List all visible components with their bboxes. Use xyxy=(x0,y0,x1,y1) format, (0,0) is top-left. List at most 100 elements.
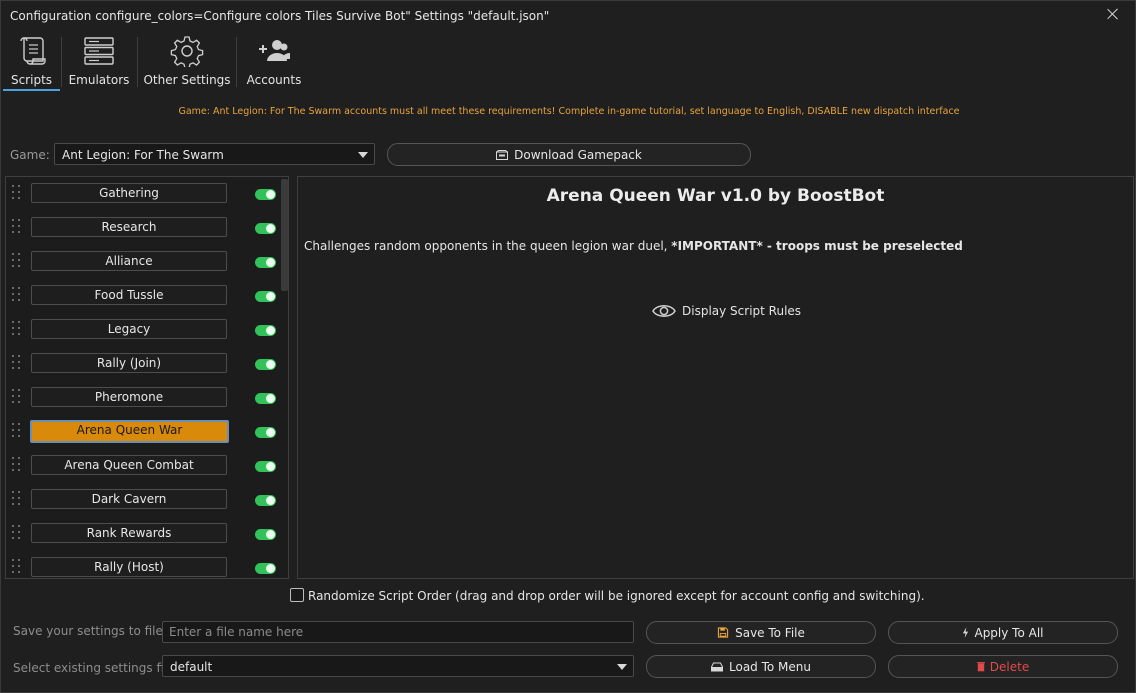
settings-file-select-value: default xyxy=(170,660,213,674)
script-row: Rank Rewards xyxy=(6,517,278,551)
load-to-menu-button[interactable]: Load To Menu xyxy=(646,655,876,678)
tab-divider xyxy=(236,37,237,87)
apply-to-all-button[interactable]: Apply To All xyxy=(888,621,1118,644)
script-enabled-toggle[interactable] xyxy=(255,529,276,540)
drag-handle-icon[interactable] xyxy=(12,253,22,269)
script-row: Pheromone xyxy=(6,381,278,415)
scrollbar-thumb[interactable] xyxy=(281,179,288,291)
randomize-checkbox[interactable] xyxy=(290,588,304,602)
script-button[interactable]: Rally (Host) xyxy=(31,557,227,577)
script-title: Arena Queen War v1.0 by BoostBot xyxy=(546,186,885,206)
tab-other-settings[interactable]: Other Settings xyxy=(141,31,233,91)
tab-other-settings-label: Other Settings xyxy=(143,73,231,87)
script-enabled-toggle[interactable] xyxy=(255,461,276,472)
script-enabled-toggle[interactable] xyxy=(255,257,276,268)
drag-handle-icon[interactable] xyxy=(12,219,22,235)
eye-icon xyxy=(652,305,676,317)
close-icon[interactable] xyxy=(1105,7,1121,23)
tab-scripts[interactable]: Scripts xyxy=(3,31,60,91)
title-bar: Configuration configure_colors=Configure… xyxy=(1,1,1135,31)
script-button[interactable]: Gathering xyxy=(31,183,227,203)
script-button[interactable]: Legacy xyxy=(31,319,227,339)
script-enabled-toggle[interactable] xyxy=(255,325,276,336)
chevron-down-icon xyxy=(358,152,368,158)
game-select-value: Ant Legion: For The Swarm xyxy=(62,148,224,162)
script-row: Arena Queen War xyxy=(6,415,278,449)
script-description-important: *IMPORTANT* - troops must be preselected xyxy=(671,239,963,253)
drag-handle-icon[interactable] xyxy=(12,321,22,337)
script-enabled-toggle[interactable] xyxy=(255,291,276,302)
script-button[interactable]: Food Tussle xyxy=(31,285,227,305)
script-enabled-toggle[interactable] xyxy=(255,495,276,506)
script-row: Alliance xyxy=(6,245,278,279)
script-button[interactable]: Arena Queen War xyxy=(30,420,229,443)
drag-handle-icon[interactable] xyxy=(12,491,22,507)
script-button[interactable]: Rally (Join) xyxy=(31,353,227,373)
save-settings-label: Save your settings to file xyxy=(13,624,163,638)
chevron-down-icon xyxy=(617,664,627,670)
script-list: Gathering Research Alliance Food Tussle Lega… xyxy=(5,176,289,579)
drag-handle-icon[interactable] xyxy=(12,457,22,473)
script-enabled-toggle[interactable] xyxy=(255,189,276,200)
drag-handle-icon[interactable] xyxy=(12,389,22,405)
script-description-text: Challenges random opponents in the queen… xyxy=(304,239,672,253)
select-settings-label: Select existing settings file xyxy=(13,661,175,675)
drag-handle-icon[interactable] xyxy=(12,559,22,575)
download-gamepack-label: Download Gamepack xyxy=(514,148,642,162)
delete-button[interactable]: Delete xyxy=(888,655,1118,678)
tray-icon xyxy=(711,662,723,672)
script-button[interactable]: Alliance xyxy=(31,251,227,271)
users-add-icon xyxy=(259,40,290,61)
script-row: Gathering xyxy=(6,177,278,211)
script-enabled-toggle[interactable] xyxy=(255,393,276,404)
settings-file-select[interactable]: default xyxy=(162,655,634,677)
script-row: Rally (Join) xyxy=(6,347,278,381)
script-description: Challenges random opponents in the queen… xyxy=(304,239,963,253)
box-icon xyxy=(496,150,509,160)
script-enabled-toggle[interactable] xyxy=(255,359,276,370)
script-row: Food Tussle xyxy=(6,279,278,313)
window-title: Configuration configure_colors=Configure… xyxy=(10,9,550,23)
display-script-rules-label: Display Script Rules xyxy=(682,304,802,318)
tab-accounts-label: Accounts xyxy=(246,73,302,87)
settings-window: Configuration configure_colors=Configure… xyxy=(0,0,1136,693)
script-button[interactable]: Research xyxy=(31,217,227,237)
tab-bar: Scripts Emulators Other Settings Account… xyxy=(1,31,321,91)
drag-handle-icon[interactable] xyxy=(12,287,22,303)
apply-to-all-label: Apply To All xyxy=(974,626,1044,640)
delete-label: Delete xyxy=(989,660,1030,674)
tab-scripts-label: Scripts xyxy=(10,73,53,87)
script-enabled-toggle[interactable] xyxy=(255,223,276,234)
server-icon xyxy=(84,37,114,65)
script-enabled-toggle[interactable] xyxy=(255,427,276,438)
load-to-menu-label: Load To Menu xyxy=(729,660,811,674)
tab-emulators-label: Emulators xyxy=(68,73,130,87)
gear-icon xyxy=(170,36,204,67)
script-enabled-toggle[interactable] xyxy=(255,563,276,574)
script-button[interactable]: Dark Cavern xyxy=(31,489,227,509)
tab-accounts[interactable]: Accounts xyxy=(238,31,310,91)
script-list-scrollbar[interactable] xyxy=(280,177,288,578)
script-row: Dark Cavern xyxy=(6,483,278,517)
script-button[interactable]: Rank Rewards xyxy=(31,523,227,543)
drag-handle-icon[interactable] xyxy=(12,525,22,541)
save-to-file-label: Save To File xyxy=(735,626,805,640)
trash-icon xyxy=(976,662,985,672)
script-row: Arena Queen Combat xyxy=(6,449,278,483)
script-button[interactable]: Pheromone xyxy=(31,387,227,407)
script-button[interactable]: Arena Queen Combat xyxy=(31,455,227,475)
drag-handle-icon[interactable] xyxy=(12,423,22,439)
save-to-file-button[interactable]: Save To File xyxy=(646,621,876,644)
drag-handle-icon[interactable] xyxy=(12,355,22,371)
download-gamepack-button[interactable]: Download Gamepack xyxy=(387,143,751,166)
tab-emulators[interactable]: Emulators xyxy=(63,31,135,91)
game-select[interactable]: Ant Legion: For The Swarm xyxy=(54,143,375,165)
drag-handle-icon[interactable] xyxy=(12,185,22,201)
floppy-disk-icon xyxy=(717,627,729,638)
tab-divider xyxy=(137,37,138,87)
script-row: Research xyxy=(6,211,278,245)
filename-input[interactable] xyxy=(162,621,634,643)
game-requirements-warning: Game: Ant Legion: For The Swarm accounts… xyxy=(178,106,960,117)
randomize-label: Randomize Script Order (drag and drop or… xyxy=(308,589,925,603)
script-row: Legacy xyxy=(6,313,278,347)
